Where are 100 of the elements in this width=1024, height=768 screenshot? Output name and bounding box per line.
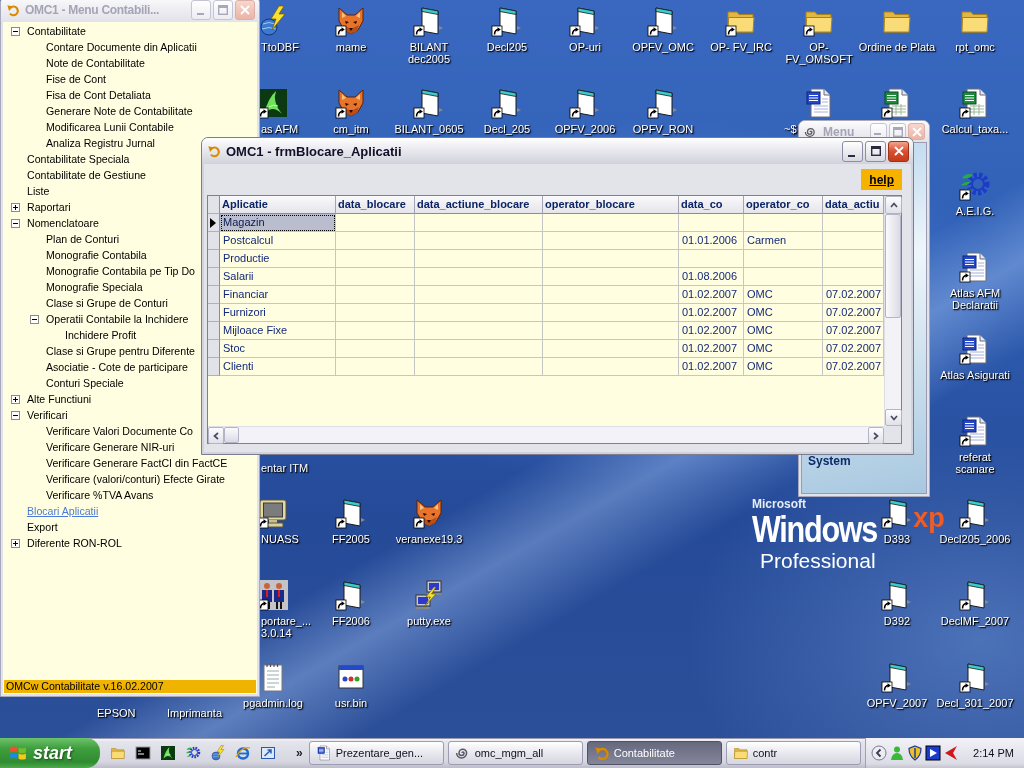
scrollbar-thumb[interactable] (224, 427, 239, 443)
column-header[interactable]: data_blocare (336, 196, 415, 214)
column-header[interactable]: data_actiune_blocare (415, 196, 543, 214)
taskbar-button[interactable]: Contabilitate (586, 741, 722, 765)
page-shortcut-icon[interactable] (569, 87, 601, 119)
tree-item[interactable]: Verificari (27, 408, 68, 422)
icon-label[interactable]: Imprimanta (167, 707, 223, 719)
page-shortcut-icon[interactable] (881, 579, 913, 611)
tree-item[interactable]: Operatii Contabile la Inchidere (46, 312, 189, 326)
icon-label[interactable]: A.E.I.G. (955, 205, 995, 217)
expand-icon[interactable] (11, 538, 20, 548)
wedge-icon[interactable] (943, 745, 960, 761)
page-shortcut-icon[interactable] (647, 5, 679, 37)
expand-icon[interactable] (11, 202, 20, 212)
collapse-icon[interactable] (30, 314, 39, 324)
title-bar[interactable]: OMC1 - frmBlocare_Aplicatii (202, 138, 913, 164)
more-button[interactable]: » (296, 746, 303, 760)
icon-label[interactable]: TtoDBF (261, 41, 299, 53)
page-shortcut-icon[interactable] (413, 87, 445, 119)
monitor-shortcut-icon[interactable] (257, 497, 289, 529)
page-shortcut-icon[interactable] (491, 87, 523, 119)
tree-item[interactable]: Analiza Registru Jurnal (46, 136, 155, 150)
tree-item[interactable]: Conturi Speciale (46, 376, 124, 390)
page-shortcut-icon[interactable] (881, 661, 913, 693)
icon-label[interactable]: Ordine de Plata (858, 41, 936, 53)
tree-item[interactable]: Verificare (valori/conturi) Efecte Girate (46, 472, 225, 486)
swirl-tile-shortcut-icon[interactable] (257, 87, 289, 119)
icon-label[interactable]: NUASS (261, 533, 299, 545)
icon-label[interactable]: portare_... 3.0.14 (261, 615, 312, 639)
page-shortcut-icon[interactable] (413, 5, 445, 37)
tree-item[interactable]: Generare Note de Contabilitate (46, 104, 193, 118)
page-shortcut-icon[interactable] (335, 579, 367, 611)
tree-item[interactable]: Raportari (27, 200, 71, 214)
tree-item[interactable]: Contabilitate (27, 24, 86, 38)
tree-item[interactable]: Fisa de Cont Detaliata (46, 88, 151, 102)
icon-label[interactable]: as AFM (261, 123, 299, 135)
taskbar-button[interactable]: omc_mgm_all (447, 741, 583, 765)
tree-item[interactable]: Alte Functiuni (27, 392, 92, 406)
tree-item[interactable]: Contabilitate Speciala (27, 152, 130, 166)
icon-label[interactable]: OPFV_RON (632, 123, 694, 135)
icon-label[interactable]: Decl_205 (483, 123, 531, 135)
icon-label[interactable]: OP-uri (569, 41, 601, 53)
tree-item[interactable]: Inchidere Profit (65, 328, 137, 342)
tree-item[interactable]: Monografie Speciala (46, 280, 143, 294)
lightning-globe-icon[interactable] (257, 5, 289, 37)
column-header[interactable]: Aplicatie (220, 196, 336, 214)
expand-icon[interactable] (11, 394, 20, 404)
fox-shortcut-icon[interactable] (413, 497, 445, 529)
collapse-icon[interactable] (11, 26, 20, 36)
icon-label[interactable]: entar ITM (261, 462, 309, 474)
icon-label[interactable]: Atlas Asigurati (940, 369, 1010, 381)
swirl-tile-icon[interactable] (160, 745, 176, 761)
tree-item[interactable]: Verificare %TVA Avans (46, 488, 154, 502)
tree-item[interactable]: Monografie Contabila (46, 248, 147, 262)
icon-label[interactable]: veranexe19.3 (395, 533, 463, 545)
minimize-button[interactable] (842, 140, 863, 162)
icon-label[interactable]: pgadmin.log (243, 697, 303, 709)
page-shortcut-icon[interactable] (881, 497, 913, 529)
icon-label[interactable]: OP- FV_IRC (710, 41, 772, 53)
icon-label[interactable]: OP- FV_OMSOFT (785, 41, 853, 65)
chevron-left-icon[interactable] (871, 745, 888, 761)
tree-item[interactable]: Clase si Grupe de Conturi (46, 296, 168, 310)
tree-item[interactable]: Contare Documente din Aplicatii (46, 40, 197, 54)
tree-item[interactable]: Verificare Valori Documente Co (46, 424, 193, 438)
scroll-up-button[interactable] (885, 196, 902, 214)
fox-shortcut-icon[interactable] (335, 87, 367, 119)
collapse-icon[interactable] (11, 410, 20, 420)
icon-label[interactable]: FF2005 (332, 533, 370, 545)
vertical-scrollbar[interactable] (884, 196, 901, 426)
icon-label[interactable]: Decl205_2006 (939, 533, 1011, 545)
icon-label[interactable]: ~$ (784, 123, 797, 135)
close-button[interactable] (888, 140, 909, 162)
tree-item[interactable]: Nomenclatoare (27, 216, 99, 230)
tree-item[interactable]: Verificare Generare FactCI din FactCE (46, 456, 228, 470)
tree-item[interactable]: Plan de Conturi (46, 232, 120, 246)
collapse-icon[interactable] (11, 218, 20, 228)
page-shortcut-icon[interactable] (647, 87, 679, 119)
tree-item[interactable]: Clase si Grupe pentru Diferente (46, 344, 195, 358)
tree-item[interactable]: Contabilitate de Gestiune (27, 168, 146, 182)
scroll-left-button[interactable] (208, 427, 224, 444)
taskbar-button[interactable]: Prezentare_gen... (308, 741, 444, 765)
page-shortcut-icon[interactable] (569, 5, 601, 37)
icon-label[interactable]: FF2006 (332, 615, 370, 627)
gear-icon[interactable] (185, 745, 201, 761)
icon-label[interactable]: OPFV_OMC (632, 41, 694, 53)
maximize-button[interactable] (865, 140, 886, 162)
icon-label[interactable]: EPSON (97, 707, 136, 719)
icon-label[interactable]: rpt_omc (955, 41, 995, 53)
tree-item[interactable]: Asociatie - Cote de participare (46, 360, 188, 374)
scroll-right-button[interactable] (868, 427, 884, 444)
icon-label[interactable]: OPFV_2007 (866, 697, 928, 709)
tree-item[interactable]: Blocari Aplicatii (27, 504, 99, 518)
page-shortcut-icon[interactable] (959, 661, 991, 693)
icon-label[interactable]: usr.bin (334, 697, 368, 709)
curved-arrow-icon[interactable] (6, 2, 20, 17)
icon-label[interactable]: mame (335, 41, 367, 53)
column-header[interactable]: data_co (679, 196, 744, 214)
help-button[interactable]: help (861, 169, 902, 190)
icon-label[interactable]: referat scanare (955, 451, 995, 475)
icon-label[interactable]: Decl_301_2007 (936, 697, 1014, 709)
